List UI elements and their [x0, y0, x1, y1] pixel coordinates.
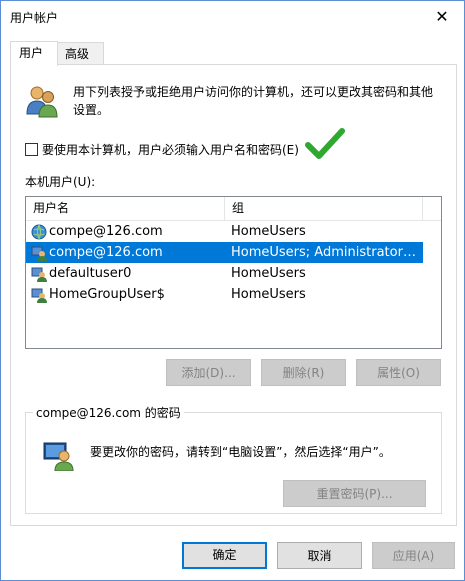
- column-header-username[interactable]: 用户名: [26, 197, 223, 220]
- user-password-icon: [43, 442, 74, 471]
- users-group-icon: [26, 86, 58, 118]
- table-row[interactable]: HomeGroupUser$ HomeUsers: [26, 284, 423, 305]
- tab-users[interactable]: 用户: [10, 41, 58, 66]
- window-title: 用户帐户: [10, 11, 59, 25]
- reset-password-button[interactable]: 重置密码(P)...: [283, 480, 426, 507]
- row-username: compe@126.com: [49, 245, 163, 260]
- green-check-icon: [305, 128, 345, 159]
- row-username: defaultuser0: [49, 266, 132, 281]
- cancel-button[interactable]: 取消: [277, 542, 362, 569]
- password-group-title: compe@126.com 的密码: [33, 404, 184, 421]
- local-users-label: 本机用户(U):: [25, 175, 96, 189]
- row-username: compe@126.com: [49, 224, 163, 239]
- tab-advanced[interactable]: 高级: [56, 42, 104, 65]
- tab-advanced-label: 高级: [65, 47, 90, 61]
- tab-users-label: 用户: [19, 46, 44, 60]
- remove-user-button[interactable]: 删除(R): [261, 359, 346, 386]
- users-listview[interactable]: 用户名 组 compe@126.com HomeUsers compe@126.…: [25, 196, 442, 349]
- apply-button[interactable]: 应用(A): [372, 542, 455, 569]
- users-tab-panel: 用下列表授予或拒绝用户访问你的计算机，还可以更改其密码和其他设置。 要使用本计算…: [10, 64, 457, 526]
- user-admin-icon: [31, 246, 47, 261]
- table-row-selected[interactable]: compe@126.com HomeUsers; Administrators;…: [26, 242, 423, 263]
- user-admin-icon: [31, 267, 47, 282]
- row-group: HomeUsers; Administrators; U...: [231, 245, 421, 260]
- ok-button[interactable]: 确定: [182, 542, 267, 569]
- column-separator[interactable]: [422, 197, 423, 220]
- require-login-label: 要使用本计算机，用户必须输入用户名和密码(E): [42, 143, 299, 157]
- dialog-footer: 确定 取消 应用(A): [1, 526, 464, 580]
- user-globe-icon: [31, 224, 47, 240]
- user-admin-icon: [31, 288, 47, 303]
- table-row[interactable]: compe@126.com HomeUsers: [26, 221, 423, 242]
- close-button[interactable]: ✕: [420, 1, 464, 31]
- close-icon: ✕: [435, 6, 449, 26]
- listview-header: 用户名 组: [26, 197, 441, 221]
- row-username: HomeGroupUser$: [49, 287, 165, 302]
- properties-button[interactable]: 属性(O): [356, 359, 441, 386]
- add-user-button[interactable]: 添加(D)...: [166, 359, 251, 386]
- row-group: HomeUsers: [231, 266, 306, 281]
- column-header-group[interactable]: 组: [225, 197, 422, 220]
- require-login-row[interactable]: 要使用本计算机，用户必须输入用户名和密码(E): [25, 141, 299, 158]
- row-group: HomeUsers: [231, 287, 306, 302]
- require-login-checkbox[interactable]: [25, 143, 38, 156]
- table-row[interactable]: defaultuser0 HomeUsers: [26, 263, 423, 284]
- password-hint-text: 要更改你的密码，请转到“电脑设置”，然后选择“用户”。: [90, 445, 391, 459]
- user-accounts-window: 用户帐户 ✕ 用户 高级 用下列表授予或拒绝用户访问你的计算机，还可以更改其密码…: [0, 0, 465, 581]
- row-group: HomeUsers: [231, 224, 306, 239]
- title-bar: 用户帐户 ✕: [1, 1, 464, 31]
- description-text: 用下列表授予或拒绝用户访问你的计算机，还可以更改其密码和其他设置。: [73, 85, 434, 117]
- password-group: compe@126.com 的密码 要更改你的密码，请转到“电脑设置”，然后选择…: [25, 404, 442, 514]
